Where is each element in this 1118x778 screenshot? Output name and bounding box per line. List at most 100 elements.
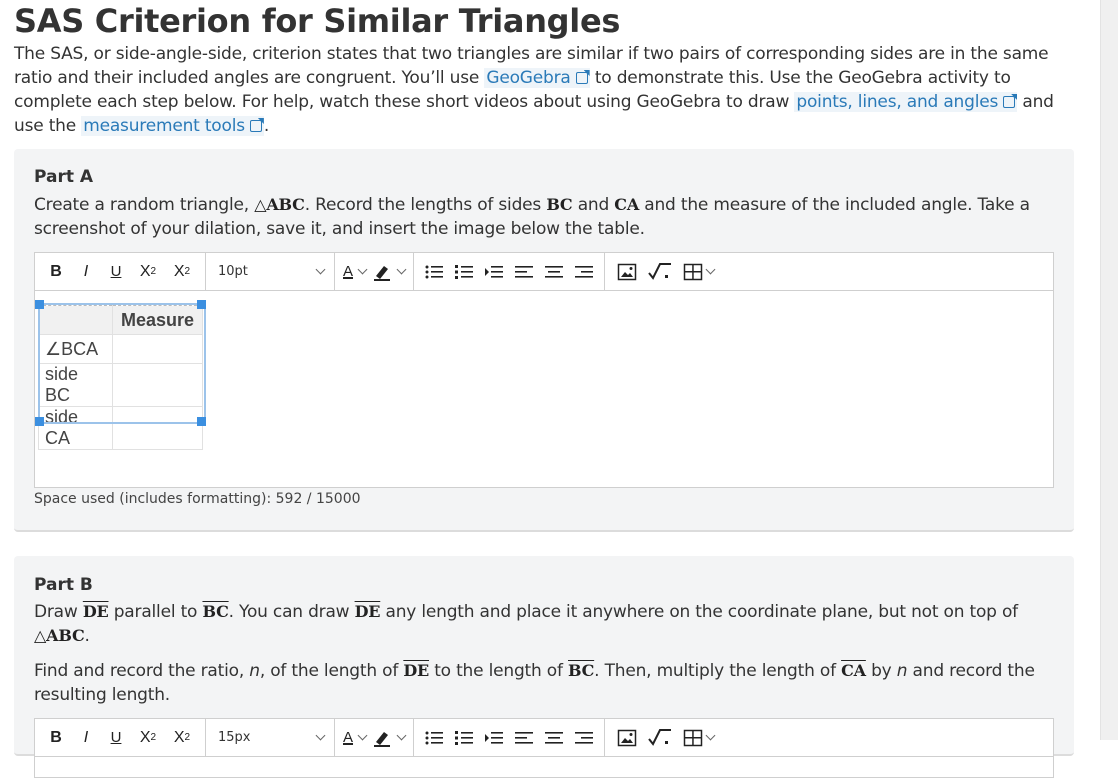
- font-size-select[interactable]: 15px: [205, 718, 335, 757]
- part-b-rich-text-editor: B I U X2 X2 15px A: [34, 718, 1054, 778]
- superscript-x: X: [139, 262, 151, 280]
- chevron-down-icon: [315, 264, 326, 275]
- align-center-icon[interactable]: [544, 263, 564, 281]
- resize-handle-top-left[interactable]: [35, 300, 44, 309]
- font-size-value: 10pt: [218, 264, 248, 279]
- numbered-list-icon[interactable]: [454, 729, 474, 747]
- list-align-group: [414, 718, 606, 757]
- chevron-down-icon[interactable]: [357, 730, 368, 741]
- superscript-x: X: [139, 728, 151, 746]
- page-scrollbar[interactable]: [1100, 0, 1118, 740]
- list-align-group: [414, 252, 606, 291]
- indent-icon[interactable]: [484, 263, 504, 281]
- page-content: SAS Criterion for Similar Triangles The …: [14, 0, 1074, 778]
- table-button[interactable]: [683, 263, 716, 281]
- align-left-icon[interactable]: [514, 729, 534, 747]
- part-b-text: .: [84, 626, 90, 646]
- superscript-button[interactable]: X2: [131, 260, 165, 284]
- resize-handle-bottom-left[interactable]: [35, 417, 44, 426]
- subscript-x: X: [173, 728, 185, 746]
- italic-button[interactable]: I: [71, 260, 101, 284]
- subscript-button[interactable]: X2: [165, 260, 199, 284]
- variable-n: n: [249, 661, 260, 681]
- font-size-value: 15px: [218, 730, 251, 745]
- insert-group: [605, 719, 726, 757]
- chevron-down-icon[interactable]: [396, 730, 407, 741]
- part-b-text: . Then, multiply the length of: [594, 661, 836, 681]
- chevron-down-icon: [315, 730, 326, 741]
- highlight-icon[interactable]: [372, 728, 392, 748]
- part-a-panel: Part A Create a random triangle, △ABC. R…: [14, 149, 1074, 532]
- italic-button[interactable]: I: [71, 726, 101, 750]
- color-group: A: [335, 718, 415, 757]
- part-b-text: any length and place it anywhere on the …: [385, 602, 1018, 622]
- segment-bc: BC: [546, 195, 573, 214]
- part-b-text: , of the length of: [259, 661, 399, 681]
- insert-image-icon[interactable]: [617, 263, 637, 281]
- part-b-panel: Part B Draw DE parallel to BC. You can d…: [14, 556, 1074, 778]
- editor-toolbar: B I U X2 X2 15px A: [35, 718, 1053, 757]
- subscript-button[interactable]: X2: [165, 726, 199, 750]
- part-a-title: Part A: [34, 167, 94, 187]
- geogebra-link[interactable]: GeoGebra: [484, 68, 590, 88]
- part-b-text: by: [871, 661, 892, 681]
- font-size-select[interactable]: 10pt: [205, 252, 335, 291]
- align-right-icon[interactable]: [574, 729, 594, 747]
- segment-de: DE: [82, 602, 109, 621]
- indent-icon[interactable]: [484, 729, 504, 747]
- subscript-mark: 2: [184, 266, 191, 277]
- bold-button[interactable]: B: [41, 726, 71, 750]
- part-b-instructions-1: Draw DE parallel to BC. You can draw DE …: [34, 600, 1044, 648]
- superscript-button[interactable]: X2: [131, 726, 165, 750]
- page-title: SAS Criterion for Similar Triangles: [14, 2, 621, 40]
- part-b-text: Draw: [34, 602, 78, 622]
- subscript-mark: 2: [184, 732, 191, 743]
- highlight-icon[interactable]: [372, 262, 392, 282]
- intro-paragraph: The SAS, or side-angle-side, criterion s…: [14, 42, 1074, 138]
- segment-de: DE: [403, 661, 429, 680]
- points-lines-angles-link[interactable]: points, lines, and angles: [794, 92, 1018, 112]
- text-color-icon[interactable]: A: [343, 263, 353, 280]
- math-icon[interactable]: [647, 262, 673, 282]
- part-b-instructions-2: Find and record the ratio, n, of the len…: [34, 659, 1044, 707]
- chevron-down-icon: [705, 264, 716, 275]
- resize-handle-top-right[interactable]: [197, 300, 206, 309]
- underline-button[interactable]: U: [101, 260, 131, 284]
- bullet-list-icon[interactable]: [424, 729, 444, 747]
- part-a-text: and: [577, 195, 610, 215]
- intro-text-4: .: [263, 116, 270, 136]
- chevron-down-icon[interactable]: [396, 264, 407, 275]
- insert-image-icon[interactable]: [617, 729, 637, 747]
- bold-button[interactable]: B: [41, 260, 71, 284]
- external-link-icon: [1003, 96, 1016, 108]
- chevron-down-icon: [705, 730, 716, 741]
- math-icon[interactable]: [647, 728, 673, 748]
- segment-ca: CA: [841, 661, 866, 680]
- numbered-list-icon[interactable]: [454, 263, 474, 281]
- text-color-icon[interactable]: A: [343, 729, 353, 746]
- measurement-tools-link-label: measurement tools: [83, 116, 245, 136]
- external-link-icon: [575, 72, 588, 84]
- geogebra-link-label: GeoGebra: [486, 68, 571, 88]
- resize-handle-bottom-right[interactable]: [197, 417, 206, 426]
- editor-content-area[interactable]: Measure ∠BCA side BC side CA: [35, 291, 1053, 487]
- part-b-text: to the length of: [434, 661, 563, 681]
- bullet-list-icon[interactable]: [424, 263, 444, 281]
- superscript-mark: 2: [150, 732, 157, 743]
- triangle-abc: △ABC: [254, 195, 305, 214]
- part-b-text: . You can draw: [228, 602, 350, 622]
- align-center-icon[interactable]: [544, 729, 564, 747]
- segment-de: DE: [354, 602, 381, 621]
- table-icon: [683, 729, 703, 746]
- table-button[interactable]: [683, 729, 716, 747]
- chevron-down-icon[interactable]: [357, 264, 368, 275]
- measurement-tools-link[interactable]: measurement tools: [81, 116, 264, 136]
- variable-n: n: [896, 661, 908, 681]
- part-b-title: Part B: [34, 575, 93, 595]
- part-a-instructions: Create a random triangle, △ABC. Record t…: [34, 193, 1044, 241]
- points-lines-angles-link-label: points, lines, and angles: [796, 92, 999, 112]
- align-right-icon[interactable]: [574, 263, 594, 281]
- underline-button[interactable]: U: [101, 726, 131, 750]
- align-left-icon[interactable]: [514, 263, 534, 281]
- part-b-text: Find and record the ratio,: [34, 661, 245, 681]
